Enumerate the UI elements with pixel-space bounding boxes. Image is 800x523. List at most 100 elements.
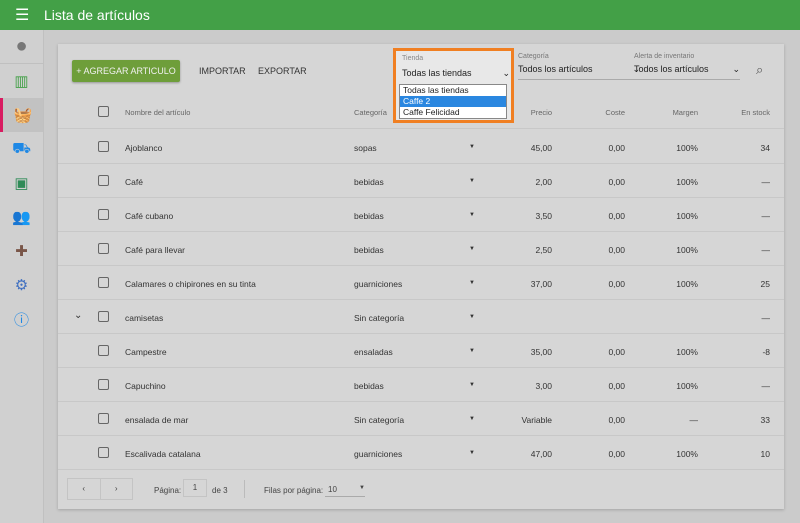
item-stock: 25 [760, 279, 770, 289]
add-item-button[interactable]: + AGREGAR ARTICULO [72, 60, 180, 82]
item-cost: 0,00 [608, 279, 625, 289]
item-category[interactable]: bebidas [354, 177, 384, 187]
header-name[interactable]: Nombre del artículo [125, 108, 190, 117]
item-name: ensalada de mar [125, 415, 189, 425]
store-option-selected[interactable]: Caffe 2 [400, 96, 506, 107]
caret-down-icon[interactable]: ▼ [469, 314, 475, 320]
item-cost: 0,00 [608, 177, 625, 187]
settings-gear-icon[interactable]: ⚙ [0, 268, 43, 302]
caret-down-icon[interactable]: ▼ [469, 348, 475, 354]
rows-per-page-select[interactable]: 10 ▼ [325, 482, 365, 497]
menu-icon[interactable]: ☰ [15, 5, 29, 25]
item-margin: 100% [676, 177, 698, 187]
item-price: 2,50 [535, 245, 552, 255]
table-row[interactable]: Café cubano bebidas ▼ 3,50 0,00 100% — [58, 198, 784, 232]
header-cost[interactable]: Coste [605, 108, 625, 117]
row-checkbox[interactable] [98, 243, 109, 254]
inventory-alert-filter[interactable]: Alerta de inventario Todos los artículos… [634, 53, 740, 80]
item-stock: 10 [760, 449, 770, 459]
header-price[interactable]: Precio [531, 108, 552, 117]
row-checkbox[interactable] [98, 209, 109, 220]
row-checkbox[interactable] [98, 447, 109, 458]
import-button[interactable]: IMPORTAR [199, 66, 246, 76]
table-row[interactable]: Capuchino bebidas ▼ 3,00 0,00 100% — [58, 368, 784, 402]
item-cost: 0,00 [608, 415, 625, 425]
table-row[interactable]: ensalada de mar Sin categoría ▼ Variable 0,0… [58, 402, 784, 436]
item-name: Café cubano [125, 211, 174, 221]
item-price: 2,00 [535, 177, 552, 187]
caret-down-icon[interactable]: ▼ [469, 212, 475, 218]
item-stock: — [761, 245, 771, 255]
item-cost: 0,00 [608, 211, 625, 221]
caret-down-icon: ▼ [359, 485, 365, 491]
prev-page-icon[interactable]: ‹ [68, 479, 101, 499]
row-checkbox[interactable] [98, 311, 109, 322]
row-checkbox[interactable] [98, 379, 109, 390]
item-stock: — [761, 381, 771, 391]
caret-down-icon[interactable]: ▼ [469, 450, 475, 456]
item-name: Café [125, 177, 143, 187]
item-name: Calamares o chipirones en su tinta [125, 279, 256, 289]
item-category[interactable]: Sin categoría [354, 313, 404, 323]
table-row[interactable]: Café bebidas ▼ 2,00 0,00 100% — [58, 164, 784, 198]
header-category[interactable]: Categoría [354, 108, 387, 117]
expand-chevron-icon[interactable]: ⌄ [74, 310, 82, 321]
row-checkbox[interactable] [98, 141, 109, 152]
store-option[interactable]: Todas las tiendas [400, 85, 506, 96]
caret-down-icon[interactable]: ▼ [469, 280, 475, 286]
item-category[interactable]: bebidas [354, 381, 384, 391]
category-filter-value: Todos los artículos [518, 64, 593, 74]
table-row[interactable]: ⌄ camisetas Sin categoría ▼ — [58, 300, 784, 334]
item-name: Ajoblanco [125, 143, 163, 153]
item-name: Escalivada catalana [125, 449, 201, 459]
item-category[interactable]: guarniciones [354, 449, 402, 459]
page-input[interactable]: 1 [183, 479, 207, 497]
account-icon[interactable]: ● [0, 30, 43, 64]
inventory-alert-value: Todos los artículos [634, 64, 709, 74]
caret-down-icon[interactable]: ▼ [469, 246, 475, 252]
row-checkbox[interactable] [98, 413, 109, 424]
item-category[interactable]: sopas [354, 143, 377, 153]
export-button[interactable]: EXPORTAR [258, 66, 307, 76]
rows-per-page-value: 10 [328, 485, 337, 494]
store-filter[interactable]: Tienda Todas las tiendas ⌄ Todas las tien… [393, 48, 514, 123]
item-price: 3,50 [535, 211, 552, 221]
integrations-icon[interactable]: ✚ [0, 234, 43, 268]
item-stock: — [761, 313, 771, 323]
reports-icon[interactable]: ▥ [0, 64, 43, 98]
item-cost: 0,00 [608, 245, 625, 255]
next-page-icon[interactable]: › [101, 479, 133, 499]
row-checkbox[interactable] [98, 175, 109, 186]
employees-icon[interactable]: 👥 [0, 200, 43, 234]
item-category[interactable]: guarniciones [354, 279, 402, 289]
item-margin: 100% [676, 449, 698, 459]
caret-down-icon[interactable]: ▼ [469, 178, 475, 184]
search-icon[interactable]: ⌕ [756, 62, 763, 78]
caret-down-icon[interactable]: ▼ [469, 382, 475, 388]
category-filter[interactable]: Categoría Todos los artículos ⌄ [518, 53, 640, 80]
item-category[interactable]: ensaladas [354, 347, 393, 357]
item-category[interactable]: bebidas [354, 245, 384, 255]
items-basket-icon[interactable]: 🧺 [0, 98, 43, 132]
inventory-icon[interactable]: ⛟ [0, 132, 43, 166]
caret-down-icon[interactable]: ▼ [469, 416, 475, 422]
item-category[interactable]: Sin categoría [354, 415, 404, 425]
table-row[interactable]: Escalivada catalana guarniciones ▼ 47,00 0,0… [58, 436, 784, 470]
item-margin: 100% [676, 381, 698, 391]
select-all-checkbox[interactable] [98, 106, 109, 117]
item-category[interactable]: bebidas [354, 211, 384, 221]
caret-down-icon[interactable]: ▼ [469, 144, 475, 150]
table-row[interactable]: Calamares o chipirones en su tinta guarni… [58, 266, 784, 300]
customers-icon[interactable]: ▣ [0, 166, 43, 200]
store-option[interactable]: Caffe Felicidad [400, 107, 506, 118]
row-checkbox[interactable] [98, 277, 109, 288]
page-title: Lista de artículos [44, 7, 150, 23]
table-row[interactable]: Ajoblanco sopas ▼ 45,00 0,00 100% 34 [58, 130, 784, 164]
table-row[interactable]: Campestre ensaladas ▼ 35,00 0,00 100% -8 [58, 334, 784, 368]
header-margin[interactable]: Margen [673, 108, 698, 117]
header-stock[interactable]: En stock [741, 108, 770, 117]
help-icon[interactable]: ⓘ [0, 302, 43, 336]
table-row[interactable]: Café para llevar bebidas ▼ 2,50 0,00 100% — [58, 232, 784, 266]
item-price: 45,00 [530, 143, 552, 153]
row-checkbox[interactable] [98, 345, 109, 356]
